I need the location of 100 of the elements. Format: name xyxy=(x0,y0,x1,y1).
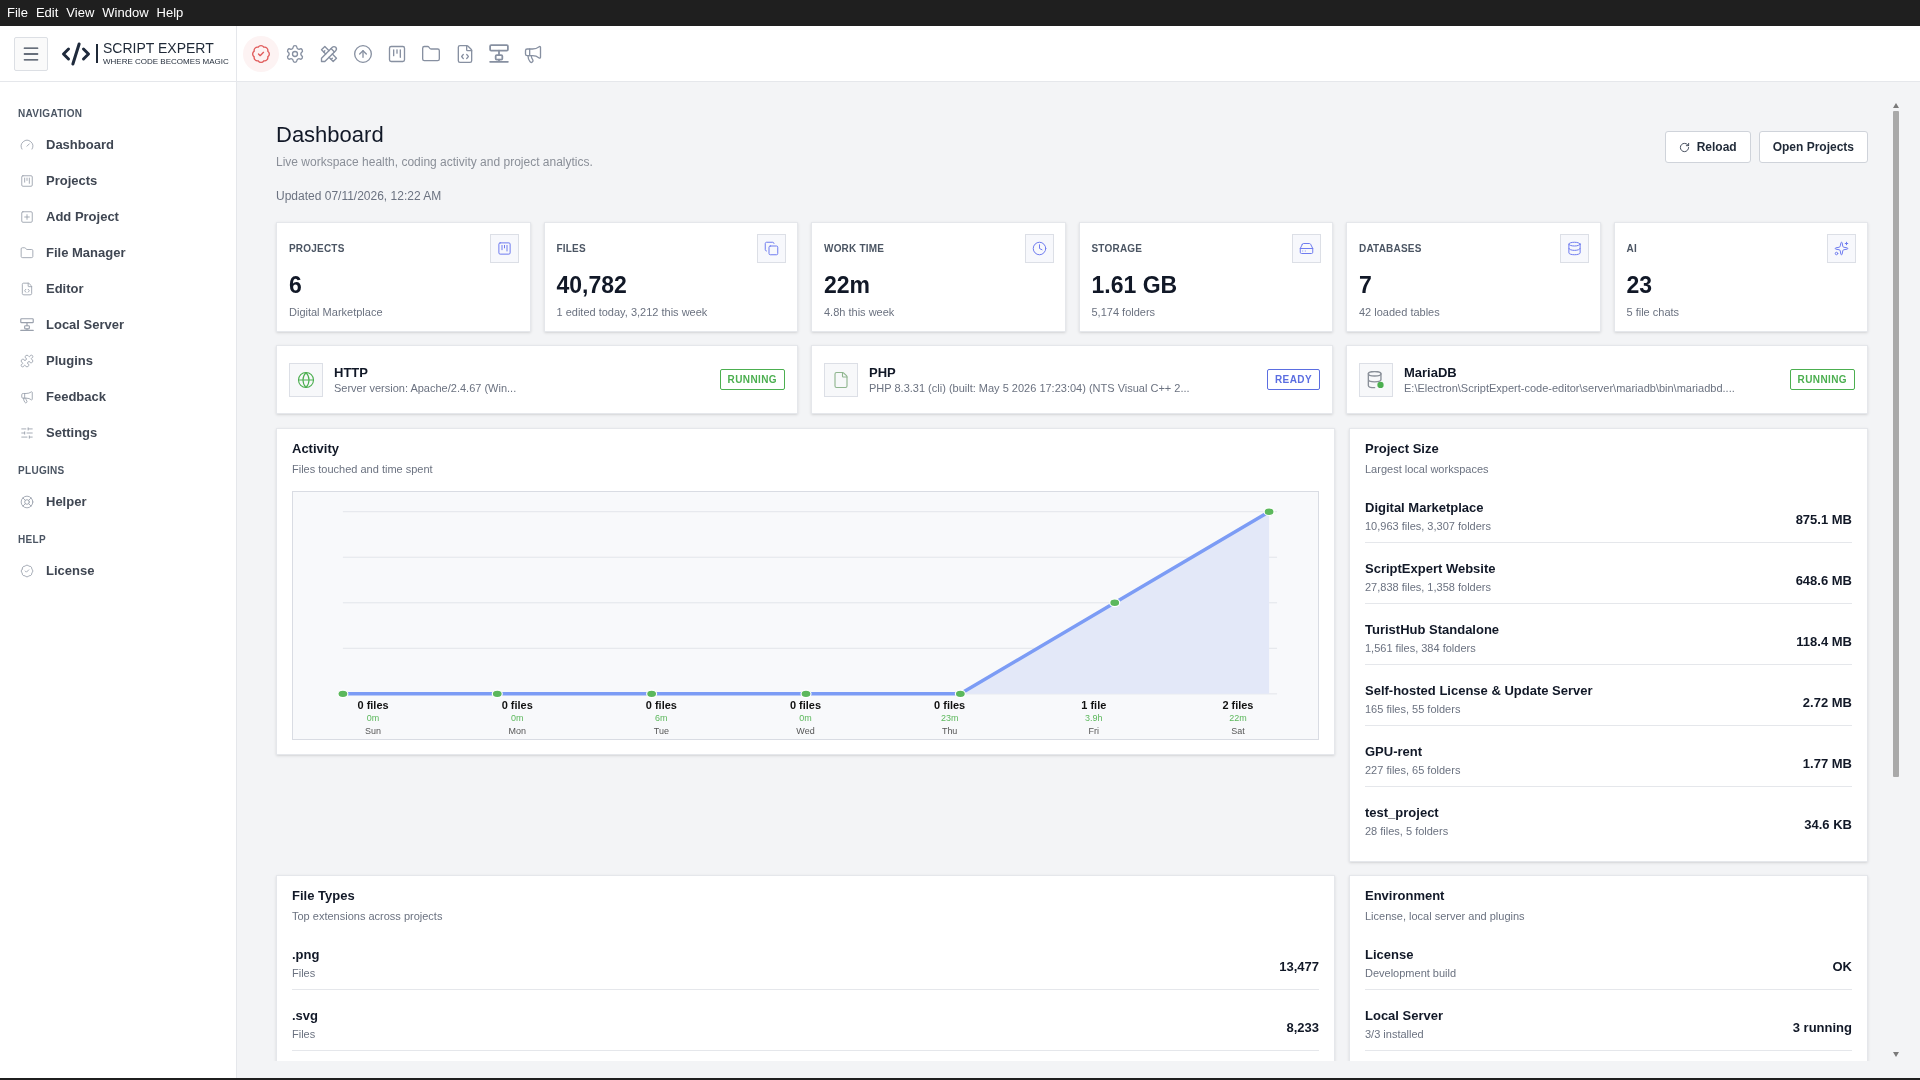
sparkles-icon xyxy=(1827,234,1856,263)
megaphone-icon xyxy=(20,390,34,404)
day-label: Thu xyxy=(941,725,958,736)
stat-detail: 5 file chats xyxy=(1626,305,1680,320)
globe-icon xyxy=(289,362,323,397)
kanban-icon[interactable] xyxy=(387,43,407,64)
sidebar-item[interactable]: Local Server xyxy=(12,307,224,343)
files-label: 0 files xyxy=(789,698,822,711)
badge-check-icon xyxy=(20,564,34,578)
service-detail: E:\Electron\ScriptExpert-code-editor\server\mariadb\bin\mariadbd.... xyxy=(1404,381,1735,395)
arrow-up-circle-icon[interactable] xyxy=(353,43,373,64)
sidebar-item[interactable]: Feedback xyxy=(12,379,224,415)
stat-detail: 5,174 folders xyxy=(1091,305,1156,320)
sidebar-item[interactable]: License xyxy=(12,553,224,589)
row-name: Self-hosted License & Update Server xyxy=(1365,682,1593,700)
sidebar-item[interactable]: Editor xyxy=(12,271,224,307)
hard-drive-icon xyxy=(1292,234,1321,263)
kanban-icon xyxy=(20,174,34,188)
stat-label: WORK TIME xyxy=(824,241,885,256)
service-detail: Server version: Apache/2.4.67 (Win... xyxy=(334,381,517,395)
sliders-icon xyxy=(20,426,34,440)
pencil-ruler-icon[interactable] xyxy=(319,43,339,64)
row-value: 3 running xyxy=(1792,1019,1852,1037)
menu-item[interactable]: File xyxy=(3,4,32,22)
row-name: Local Server xyxy=(1365,1007,1444,1025)
row-detail: Development build xyxy=(1365,966,1457,981)
row-detail: 165 files, 55 folders xyxy=(1365,702,1461,717)
card-title: Environment xyxy=(1365,887,1445,905)
stat-value: 22m xyxy=(824,271,871,299)
row-detail: 3/3 installed xyxy=(1365,1027,1424,1042)
stat-value: 40,782 xyxy=(556,271,627,299)
row-value: OK xyxy=(1832,958,1852,976)
section-label: PLUGINS xyxy=(18,464,65,478)
row-name: test_project xyxy=(1365,804,1439,822)
network-icon[interactable] xyxy=(489,43,509,64)
row-detail: Files xyxy=(292,1027,316,1042)
sidebar-item[interactable]: Dashboard xyxy=(12,127,224,163)
megaphone-icon[interactable] xyxy=(523,43,543,64)
badge-check-icon[interactable] xyxy=(243,35,279,72)
puzzle-icon xyxy=(20,354,34,368)
page-subtitle: Live workspace health, coding activity and project analytics. xyxy=(276,154,593,170)
row-detail: 27,838 files, 1,358 folders xyxy=(1365,580,1491,595)
menu-item[interactable]: Help xyxy=(152,4,188,22)
row-detail: 28 files, 5 folders xyxy=(1365,824,1449,839)
sidebar-item[interactable]: Helper xyxy=(12,484,224,520)
scrollbar-thumb[interactable] xyxy=(1893,111,1899,777)
row-name: .svg xyxy=(292,1007,318,1025)
time-label: 0m xyxy=(799,712,812,723)
folder-icon[interactable] xyxy=(421,43,441,64)
menu-item[interactable]: View xyxy=(62,4,99,22)
menu-item[interactable]: Window xyxy=(98,4,153,22)
sidebar-item[interactable]: Add Project xyxy=(12,199,224,235)
menu-button[interactable] xyxy=(14,36,48,71)
stat-detail: 1 edited today, 3,212 this week xyxy=(556,305,708,320)
row-detail: 10,963 files, 3,307 folders xyxy=(1365,519,1491,534)
reload-button[interactable]: Reload xyxy=(1664,131,1751,163)
stat-value: 1.61 GB xyxy=(1091,271,1178,299)
status-badge: RUNNING xyxy=(719,369,785,390)
stat-label: AI xyxy=(1626,241,1637,256)
sidebar-item[interactable]: Projects xyxy=(12,163,224,199)
page-title: Dashboard xyxy=(276,121,384,149)
row-value: 118.4 MB xyxy=(1796,633,1852,651)
action-button[interactable]: Open Projects xyxy=(1758,131,1868,163)
time-label: 22m xyxy=(1229,712,1247,723)
row-detail: 1,561 files, 384 folders xyxy=(1365,641,1476,656)
scroll-down-icon[interactable] xyxy=(1893,1052,1899,1057)
updated-time: Updated 07/11/2026, 12:22 AM xyxy=(276,188,442,204)
stat-value: 23 xyxy=(1626,271,1653,299)
card-title: Activity xyxy=(292,440,339,458)
card-title: File Types xyxy=(292,887,355,905)
row-value: 648.6 MB xyxy=(1795,572,1852,590)
plus-square-icon xyxy=(20,210,34,224)
files-label: 1 file xyxy=(1081,698,1107,711)
refresh-icon xyxy=(1678,141,1690,153)
database-icon xyxy=(1559,234,1589,263)
stat-detail: Digital Marketplace xyxy=(289,305,383,320)
card-subtitle: License, local server and plugins xyxy=(1365,909,1525,923)
code-file-icon[interactable] xyxy=(455,43,475,64)
folder-icon xyxy=(20,246,34,260)
files-label: 0 files xyxy=(934,698,966,711)
files-label: 0 files xyxy=(501,698,533,711)
status-badge: READY xyxy=(1267,369,1320,390)
menu-item[interactable]: Edit xyxy=(31,4,63,22)
stat-label: DATABASES xyxy=(1359,241,1422,256)
lifebuoy-icon xyxy=(20,495,34,509)
copy-icon xyxy=(757,234,786,263)
row-name: TuristHub Standalone xyxy=(1365,621,1500,639)
row-name: ScriptExpert Website xyxy=(1365,560,1496,578)
sidebar-item[interactable]: Plugins xyxy=(12,343,224,379)
sidebar-item[interactable]: File Manager xyxy=(12,235,224,271)
row-value: 8,233 xyxy=(1286,1019,1319,1037)
time-label: 23m xyxy=(940,712,959,723)
row-name: License xyxy=(1365,946,1414,964)
scroll-up-icon[interactable] xyxy=(1893,103,1899,108)
card-title: Project Size xyxy=(1365,440,1439,458)
card-subtitle: Files touched and time spent xyxy=(292,462,433,476)
settings-icon[interactable] xyxy=(285,43,305,64)
day-label: Sat xyxy=(1231,725,1245,736)
day-label: Wed xyxy=(796,725,815,736)
sidebar-item[interactable]: Settings xyxy=(12,415,224,451)
